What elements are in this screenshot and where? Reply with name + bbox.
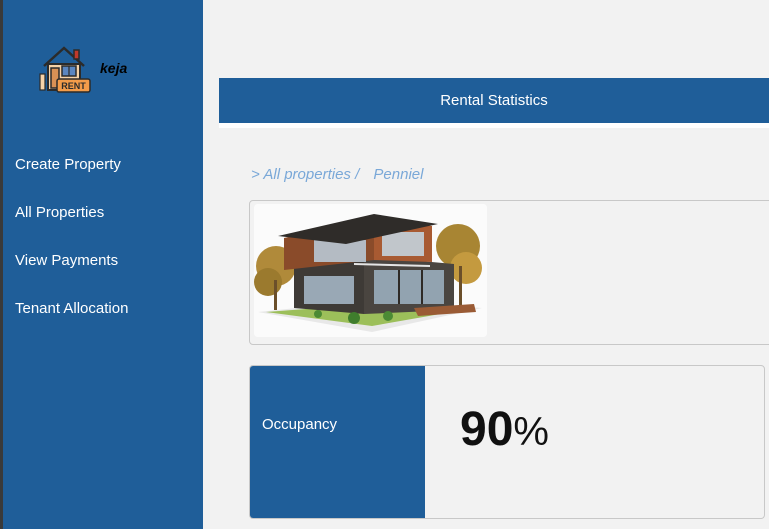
- house-rent-icon: RENT: [39, 46, 91, 93]
- occupancy-number: 90: [460, 403, 514, 456]
- page-title: Rental Statistics: [440, 92, 548, 109]
- modern-house-image: [254, 204, 487, 337]
- brand[interactable]: RENT keja: [38, 44, 127, 96]
- sidebar-item-all-properties[interactable]: All Properties: [15, 203, 128, 251]
- sidebar-nav: Create Property All Properties View Paym…: [15, 155, 128, 347]
- sidebar-item-tenant-allocation[interactable]: Tenant Allocation: [15, 299, 128, 347]
- header-divider: [219, 123, 769, 128]
- sidebar-item-view-payments[interactable]: View Payments: [15, 251, 128, 299]
- page-title-bar: Rental Statistics: [219, 78, 769, 123]
- property-card: [249, 200, 769, 345]
- occupancy-value: 90%: [460, 402, 549, 457]
- brand-name: keja: [100, 60, 128, 76]
- occupancy-card: Occupancy 90%: [249, 365, 765, 519]
- breadcrumb-parent-link[interactable]: > All properties /: [251, 166, 359, 183]
- sidebar-item-create-property[interactable]: Create Property: [15, 155, 128, 203]
- occupancy-unit: %: [513, 410, 549, 454]
- occupancy-label-panel: Occupancy: [250, 366, 425, 518]
- breadcrumb-current: Penniel: [373, 166, 424, 183]
- svg-text:RENT: RENT: [61, 81, 86, 91]
- sidebar: RENT keja Create Property All Properties…: [0, 0, 203, 529]
- occupancy-label: Occupancy: [262, 416, 338, 433]
- breadcrumb: > All properties / Penniel: [251, 166, 423, 183]
